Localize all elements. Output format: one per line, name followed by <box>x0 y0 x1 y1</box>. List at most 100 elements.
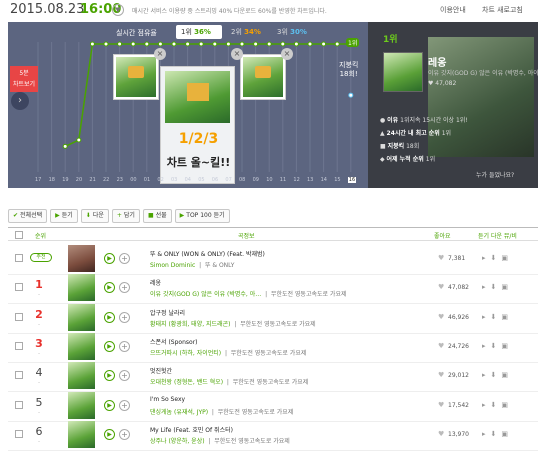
song-title[interactable]: 뚜 & ONLY (WON & ONLY) (Feat. 박재범) <box>150 249 265 258</box>
listen-icon[interactable]: ▸ <box>482 371 491 379</box>
album-name[interactable]: 무한도전 영동고속도로 가요제 <box>231 350 307 357</box>
listen-icon[interactable]: ▸ <box>482 283 491 291</box>
table-row[interactable]: 1 - ▶ + 레옹 이유 갓지(GOD G) 않은 이유 (박명수, 아… |… <box>8 271 538 305</box>
album-art[interactable] <box>68 420 95 448</box>
song-title[interactable]: 스폰서 (Sponsor) <box>150 337 198 346</box>
heart-icon[interactable]: ♥ <box>438 430 444 438</box>
table-row[interactable]: 5 - ▶ + I'm So Sexy 댄싱게놈 (유재석, JYP) | 무한… <box>8 389 538 422</box>
play-icon[interactable]: ▶ <box>104 340 115 352</box>
play-icon[interactable]: ▶ <box>104 370 115 382</box>
album-name[interactable]: 뚜 & ONLY <box>205 262 234 269</box>
play-icon[interactable]: ▶ <box>104 253 115 264</box>
song-title[interactable]: 멋진헛간 <box>150 366 172 375</box>
rank3-share-tab[interactable]: 3위 30% <box>272 25 316 39</box>
play-icon[interactable]: ▶ <box>104 282 115 294</box>
download-icon[interactable]: ⬇ <box>491 430 502 438</box>
album-art[interactable] <box>68 391 95 419</box>
song-title[interactable]: 레옹 <box>428 54 446 69</box>
download-icon[interactable]: ⬇ <box>491 313 502 321</box>
row-checkbox[interactable] <box>15 371 23 380</box>
row-checkbox[interactable] <box>15 283 23 292</box>
play-icon[interactable]: ▶ <box>104 311 115 323</box>
row-checkbox[interactable] <box>15 312 23 321</box>
artist-name[interactable]: 상주나 (양운하, 윤상) <box>150 438 205 445</box>
video-icon[interactable]: ▣ <box>501 283 513 291</box>
heart-icon[interactable]: ♥ <box>438 342 444 350</box>
song-artist[interactable]: 이유 갓지(GOD G) 않은 이유 (박명수, 아이유) <box>428 68 538 77</box>
row-checkbox[interactable] <box>15 254 23 262</box>
song-title[interactable]: 레옹 <box>150 278 161 287</box>
album-thumbnail[interactable] <box>240 54 286 100</box>
plus-icon[interactable]: + <box>119 340 130 352</box>
heart-icon[interactable]: ♥ <box>438 371 444 379</box>
plus-icon[interactable]: + <box>119 370 130 382</box>
play-icon[interactable]: ▶ <box>104 399 115 411</box>
video-icon[interactable]: ▣ <box>501 313 513 321</box>
album-art[interactable] <box>68 332 95 360</box>
album-art[interactable] <box>68 362 95 390</box>
album-art[interactable] <box>383 52 423 92</box>
listen-icon[interactable]: ▸ <box>482 254 491 262</box>
album-name[interactable]: 무한도전 영동고속도로 가요제 <box>214 438 290 445</box>
row-checkbox[interactable] <box>15 341 23 350</box>
table-row[interactable]: 2 - ▶ + 압구정 날라리 황태지 (황광희, 태양, 지드래곤) | 무한… <box>8 301 538 334</box>
album-thumbnail[interactable] <box>113 54 159 100</box>
video-icon[interactable]: ▣ <box>501 430 513 438</box>
download-button[interactable]: ⬇ 다운 <box>80 209 109 223</box>
top100-play-button[interactable]: ▶ TOP 100 듣기 <box>174 209 230 223</box>
row-checkbox[interactable] <box>15 400 23 409</box>
album-name[interactable]: 무한도전 영동고속도로 가요제 <box>240 321 316 328</box>
play-button[interactable]: ▶ 듣기 <box>50 209 78 223</box>
select-all-checkbox[interactable] <box>15 231 23 239</box>
table-row[interactable]: 3 - ▶ + 스폰서 (Sponsor) 으뜨거따시 (하하, 자이언티) |… <box>8 330 538 363</box>
plus-icon[interactable]: + <box>119 282 130 294</box>
artist-name[interactable]: 황태지 (황광희, 태양, 지드래곤) <box>150 321 230 328</box>
plus-icon[interactable]: + <box>119 399 130 411</box>
artist-name[interactable]: 오대천왕 (정형돈, 밴드 혁오) <box>150 379 223 386</box>
heart-icon[interactable]: ♥ <box>438 401 444 409</box>
heart-icon[interactable]: ♥ <box>438 313 444 321</box>
table-row[interactable]: 추천 ▶ + 뚜 & ONLY (WON & ONLY) (Feat. 박재범)… <box>8 242 538 275</box>
listen-icon[interactable]: ▸ <box>482 313 491 321</box>
video-icon[interactable]: ▣ <box>501 342 513 350</box>
time-dropdown-icon[interactable]: ▼ <box>112 4 124 16</box>
video-icon[interactable]: ▣ <box>501 401 513 409</box>
album-art[interactable] <box>68 303 95 331</box>
listen-icon[interactable]: ▸ <box>482 401 491 409</box>
usage-guide-link[interactable]: 이용안내 <box>440 5 466 15</box>
artist-name[interactable]: 댄싱게놈 (유재석, JYP) <box>150 409 208 416</box>
add-button[interactable]: + 담기 <box>111 209 140 223</box>
select-all-button[interactable]: ✔ 전체선택 <box>8 209 48 223</box>
album-name[interactable]: 무한도전 영동고속도로 가요제 <box>271 291 347 298</box>
video-icon[interactable]: ▣ <box>501 371 513 379</box>
rank1-share-tab[interactable]: 1위 36% <box>176 25 222 39</box>
rank2-share-tab[interactable]: 2위 34% <box>226 25 270 39</box>
close-icon[interactable]: × <box>231 48 243 60</box>
heart-icon[interactable]: ♥ <box>438 254 444 262</box>
chevron-right-icon[interactable]: › <box>11 92 29 110</box>
download-icon[interactable]: ⬇ <box>491 254 502 262</box>
five-minute-chart-button[interactable]: 5분 차트보기 <box>10 66 38 92</box>
song-title[interactable]: My Life (Feat. 호민 Of 쥐스터) <box>150 425 233 434</box>
plus-icon[interactable]: + <box>119 253 130 264</box>
plus-icon[interactable]: + <box>119 428 130 440</box>
album-name[interactable]: 무한도전 영동고속도로 가요제 <box>233 379 309 386</box>
close-icon[interactable]: × <box>281 48 293 60</box>
video-icon[interactable]: ▣ <box>501 254 513 262</box>
song-title[interactable]: 압구정 날라리 <box>150 308 185 317</box>
table-row[interactable]: 6 - ▶ + My Life (Feat. 호민 Of 쥐스터) 상주나 (양… <box>8 418 538 451</box>
album-art[interactable] <box>68 245 95 272</box>
artist-name[interactable]: 으뜨거따시 (하하, 자이언티) <box>150 350 221 357</box>
heart-icon[interactable]: ♥ <box>438 283 444 291</box>
album-art[interactable] <box>68 274 95 302</box>
listen-icon[interactable]: ▸ <box>482 342 491 350</box>
artist-name[interactable]: Simon Dominic <box>150 262 195 269</box>
song-title[interactable]: I'm So Sexy <box>150 396 185 403</box>
who-listened-link[interactable]: 누가 들었나요? <box>476 170 514 179</box>
close-icon[interactable]: × <box>154 48 166 60</box>
download-icon[interactable]: ⬇ <box>491 283 502 291</box>
table-row[interactable]: 4 - ▶ + 멋진헛간 오대천왕 (정형돈, 밴드 혁오) | 무한도전 영동… <box>8 359 538 393</box>
refresh-chart-link[interactable]: 차트 새로고침 <box>482 5 523 15</box>
album-name[interactable]: 무한도전 영동고속도로 가요제 <box>218 409 294 416</box>
row-checkbox[interactable] <box>15 429 23 438</box>
